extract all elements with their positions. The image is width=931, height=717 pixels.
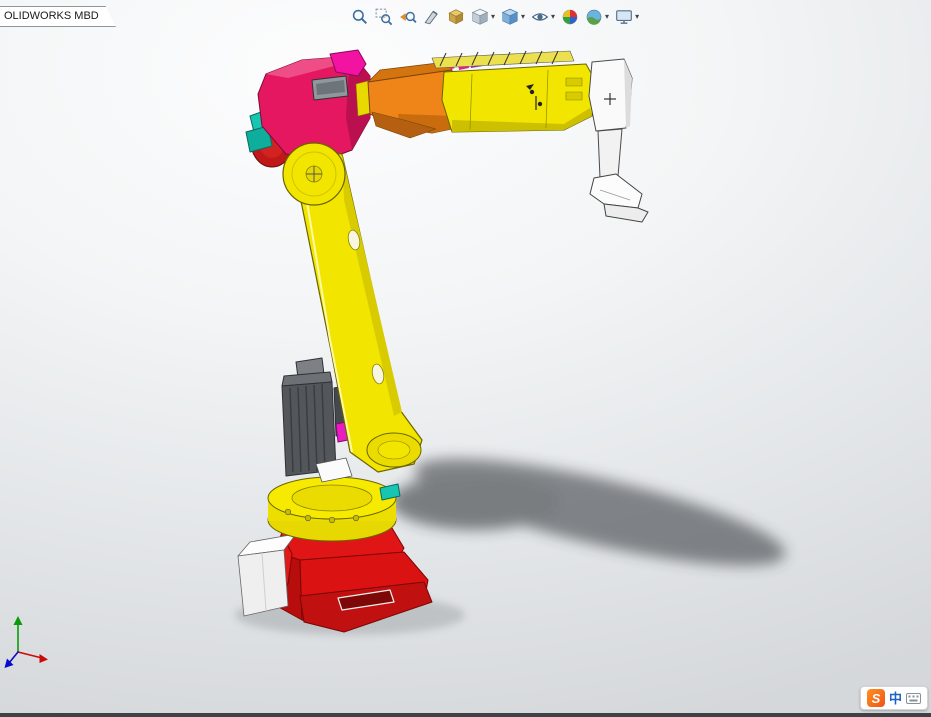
forearm-link: [431, 50, 597, 133]
ime-toolbar[interactable]: S 中: [859, 686, 928, 710]
turntable-joint: [267, 476, 401, 542]
display-style-caret: ▾: [521, 12, 526, 21]
previous-view-button[interactable]: [398, 7, 418, 27]
dynamic-annotation-views-button[interactable]: [446, 7, 466, 27]
scene-canvas[interactable]: [0, 0, 931, 717]
apply-scene-caret: ▾: [605, 12, 610, 21]
sogou-logo-icon[interactable]: S: [866, 689, 885, 707]
view-orientation-button[interactable]: ▾: [470, 7, 496, 27]
view-settings-button[interactable]: ▾: [614, 7, 640, 27]
view-orientation-icon: [471, 8, 489, 25]
window-bottom-edge: [0, 713, 931, 717]
edit-appearance-icon: [562, 9, 578, 25]
ime-language-toggle[interactable]: 中: [889, 692, 902, 705]
annotation-views-icon: [448, 9, 464, 25]
heads-up-toolbar: ▾ ▾ ▾ ▾ ▾: [350, 7, 640, 27]
zoom-to-fit-button[interactable]: [350, 7, 370, 27]
ime-keyboard-icon[interactable]: [906, 692, 921, 704]
display-style-button[interactable]: ▾: [500, 7, 526, 27]
edit-appearance-button[interactable]: [560, 7, 580, 27]
view-settings-icon: [616, 10, 632, 24]
previous-view-icon: [400, 11, 417, 24]
mbd-document-tab[interactable]: OLIDWORKS MBD: [0, 6, 116, 27]
robot-shadow: [390, 458, 786, 566]
orientation-triad: [4, 616, 48, 668]
hide-show-items-icon: [531, 13, 549, 21]
graphics-viewport[interactable]: OLIDWORKS MBD ▾ ▾ ▾ ▾ ▾ S 中: [0, 0, 931, 717]
view-settings-caret: ▾: [635, 12, 640, 21]
display-style-icon: [501, 8, 519, 25]
section-view-button[interactable]: [422, 7, 442, 27]
apply-scene-icon: [586, 9, 602, 25]
wrist-end-effector: [588, 58, 649, 223]
zoom-to-area-button[interactable]: [374, 7, 394, 27]
robot-model[interactable]: [237, 49, 649, 633]
view-orientation-caret: ▾: [491, 12, 496, 21]
hide-show-items-caret: ▾: [551, 12, 556, 21]
section-view-icon: [424, 10, 438, 25]
apply-scene-button[interactable]: ▾: [584, 7, 610, 27]
mbd-tab-label: OLIDWORKS MBD: [4, 10, 99, 22]
zoom-to-area-icon: [375, 8, 393, 26]
zoom-to-fit-icon: [352, 9, 368, 25]
hide-show-items-button[interactable]: ▾: [530, 7, 556, 27]
sogou-logo-letter: S: [871, 690, 881, 706]
